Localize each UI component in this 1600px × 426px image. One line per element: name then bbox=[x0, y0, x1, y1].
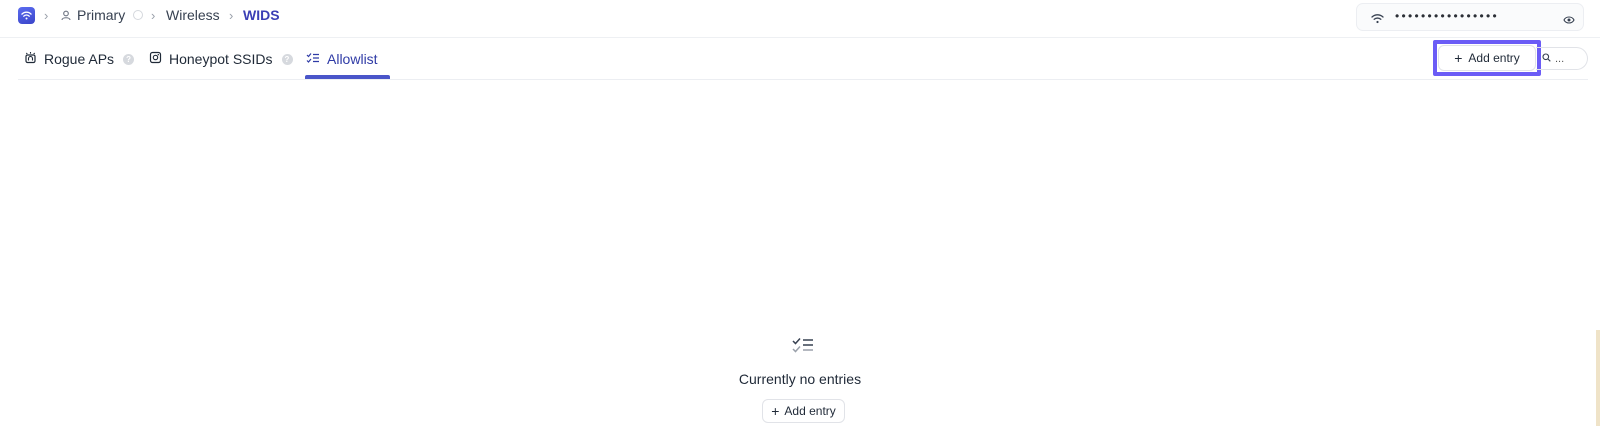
add-entry-label: Add entry bbox=[1468, 51, 1520, 65]
wifi-icon bbox=[1371, 11, 1384, 29]
wifi-logo-icon bbox=[21, 11, 32, 20]
honeypot-icon bbox=[149, 51, 162, 67]
chevron-right-icon: › bbox=[44, 8, 49, 23]
tab-allowlist[interactable]: Allowlist bbox=[306, 38, 378, 80]
add-entry-button[interactable]: + Add entry bbox=[1438, 45, 1536, 71]
checklist-icon bbox=[306, 51, 320, 67]
empty-add-entry-label: Add entry bbox=[784, 404, 836, 418]
search-placeholder: ... bbox=[1555, 52, 1565, 65]
breadcrumb-site-label: Primary bbox=[77, 7, 126, 23]
chevron-right-icon: › bbox=[229, 8, 234, 23]
eye-icon[interactable] bbox=[1563, 12, 1575, 30]
tab-honeypot-ssids-label: Honeypot SSIDs bbox=[169, 51, 273, 67]
window-edge bbox=[1596, 330, 1600, 426]
site-pin-icon bbox=[60, 9, 72, 21]
breadcrumb-current: WIDS bbox=[243, 7, 280, 23]
app-logo[interactable] bbox=[18, 7, 35, 24]
help-icon[interactable]: ? bbox=[123, 53, 135, 65]
empty-state-message: Currently no entries bbox=[738, 371, 862, 387]
loading-spinner-icon bbox=[133, 10, 144, 20]
checklist-icon bbox=[792, 337, 814, 360]
search-icon bbox=[1542, 52, 1551, 65]
plus-icon: + bbox=[771, 403, 780, 419]
active-tab-indicator bbox=[305, 75, 390, 79]
tab-honeypot-ssids[interactable]: Honeypot SSIDs ? bbox=[149, 38, 293, 80]
breadcrumb-section[interactable]: Wireless bbox=[166, 7, 220, 23]
alarm-icon bbox=[24, 51, 37, 67]
breadcrumb-current-label: WIDS bbox=[243, 7, 280, 23]
tab-bar: Rogue APs ? Honeypot SSIDs ? Allowlist +… bbox=[18, 38, 1588, 80]
chevron-right-icon: › bbox=[151, 8, 156, 23]
search-input[interactable]: ... bbox=[1536, 47, 1588, 70]
tab-allowlist-label: Allowlist bbox=[327, 51, 378, 67]
breadcrumb-section-label: Wireless bbox=[166, 7, 220, 23]
tab-rogue-aps[interactable]: Rogue APs ? bbox=[24, 38, 135, 80]
network-key-field[interactable]: •••••••••••••••• bbox=[1356, 3, 1584, 31]
empty-add-entry-button[interactable]: + Add entry bbox=[762, 399, 845, 423]
breadcrumb-site[interactable]: Primary bbox=[60, 7, 144, 23]
plus-icon: + bbox=[1454, 50, 1463, 66]
help-icon[interactable]: ? bbox=[281, 53, 293, 65]
top-bar: › Primary › Wireless › WIDS ••••••••••••… bbox=[0, 0, 1600, 38]
tab-rogue-aps-label: Rogue APs bbox=[44, 51, 115, 67]
masked-key-value: •••••••••••••••• bbox=[1395, 9, 1500, 23]
